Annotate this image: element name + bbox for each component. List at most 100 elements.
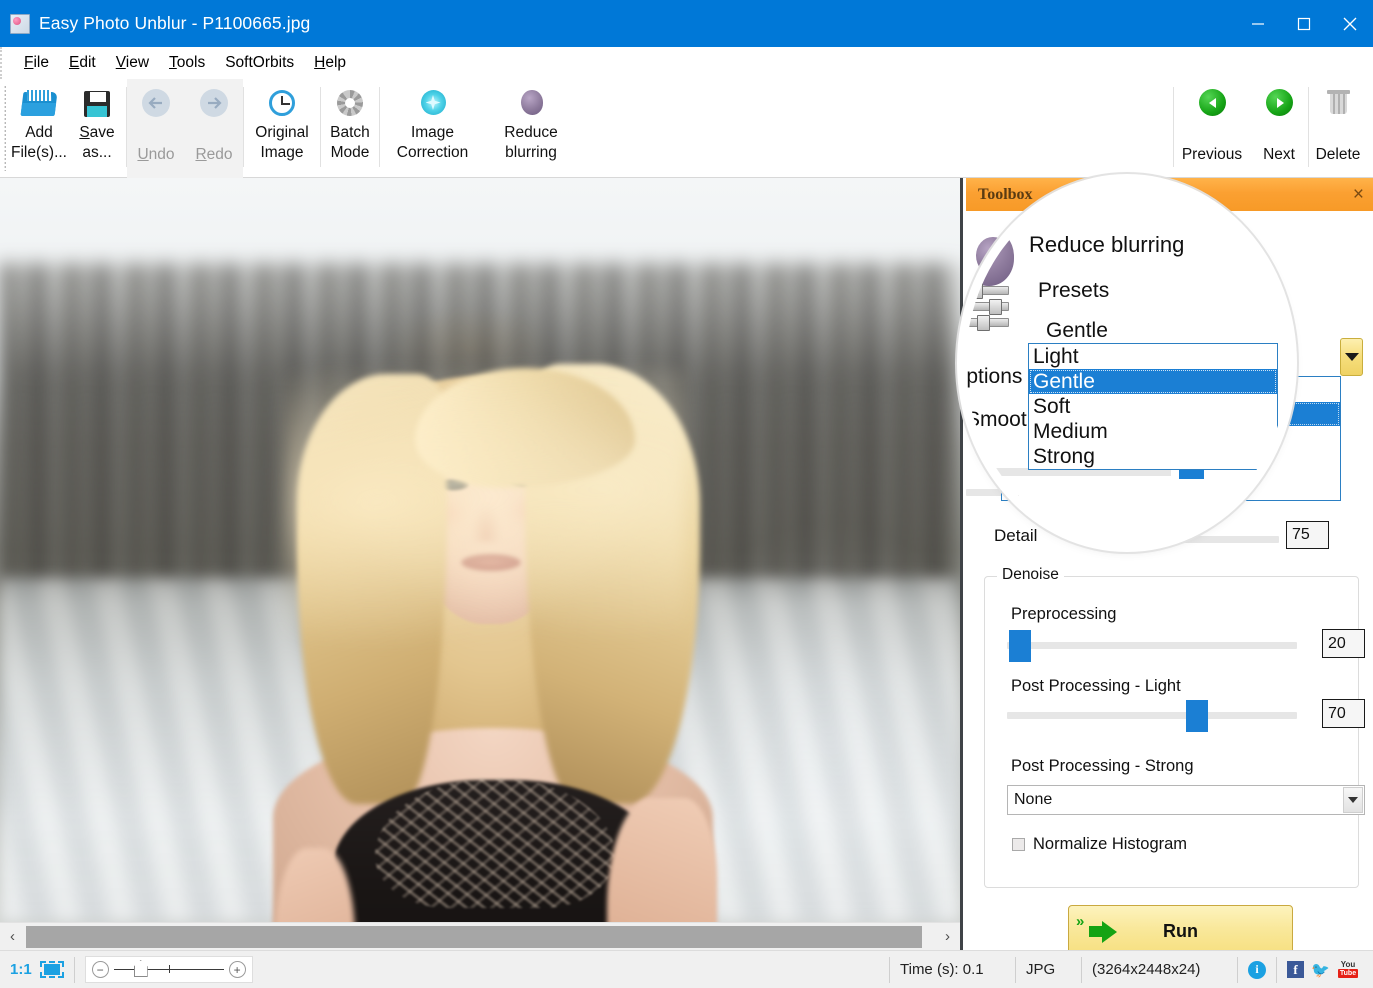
zoom-ratio-button[interactable]: 1:1 [0, 951, 74, 988]
zoom-slider[interactable]: − + [85, 956, 253, 983]
scrollbar-track[interactable] [25, 924, 935, 950]
time-status: Time (s): 0.1 [890, 951, 1015, 988]
menu-edit[interactable]: Edit [59, 51, 106, 75]
redo-button[interactable]: Redo [185, 79, 243, 178]
toolbar: Add File(s)... Save as... Undo Redo Orig… [0, 79, 1373, 178]
denoise-group: Denoise Preprocessing 20 Post Processing… [984, 576, 1359, 888]
scrollbar-thumb[interactable] [26, 926, 922, 948]
purple-blob-icon [513, 85, 549, 121]
minimize-button[interactable] [1235, 0, 1281, 47]
status-bar: 1:1 − + Time (s): 0.1 JPG (3264x2448x24)… [0, 950, 1373, 988]
fit-to-window-icon[interactable] [40, 961, 64, 978]
menu-file[interactable]: FFileile [14, 51, 59, 75]
magnified-option-gentle: Gentle [1029, 369, 1277, 394]
facebook-icon[interactable]: f [1287, 961, 1304, 978]
post-light-label: Post Processing - Light [1011, 677, 1181, 696]
preprocessing-slider-track[interactable] [1007, 642, 1297, 649]
menu-view[interactable]: View [106, 51, 159, 75]
zoom-ratio-label: 1:1 [10, 961, 32, 978]
status-divider [74, 957, 75, 983]
floppy-disk-icon [79, 85, 115, 121]
zoom-slider-track[interactable] [114, 969, 224, 970]
image-correction-button[interactable]: Image Correction [380, 79, 485, 178]
purple-blob-icon [966, 228, 1014, 286]
denoise-group-label: Denoise [997, 566, 1064, 584]
app-logo-icon [10, 14, 30, 34]
menu-tools[interactable]: Tools [159, 51, 215, 75]
menu-help[interactable]: Help [304, 51, 356, 75]
presets-dropdown-button[interactable] [1340, 338, 1363, 376]
toolbox-close-icon[interactable]: × [1353, 185, 1364, 204]
format-status: JPG [1016, 951, 1081, 988]
run-button-label: Run [1163, 921, 1198, 942]
undo-button[interactable]: Undo [127, 79, 185, 178]
preprocessing-value-input[interactable]: 20 [1322, 629, 1365, 658]
batch-mode-button[interactable]: Batch Mode [321, 79, 379, 178]
magnified-option-medium: Medium [1029, 419, 1277, 444]
magnified-option-soft: Soft [1029, 394, 1277, 419]
chevron-down-icon [1345, 353, 1359, 361]
green-right-arrow-icon [1261, 85, 1297, 121]
gear-icon [332, 85, 368, 121]
menu-bar: FFileile Edit View Tools SoftOrbits Help [0, 47, 1373, 79]
open-folder-icon [21, 85, 57, 121]
sliders-icon [966, 283, 1011, 331]
dimensions-status: (3264x2448x24) [1082, 951, 1237, 988]
scroll-right-button[interactable]: › [935, 924, 960, 950]
previous-button[interactable]: Previous [1174, 79, 1250, 178]
toolbar-grip[interactable] [4, 85, 6, 171]
scroll-left-button[interactable]: ‹ [0, 924, 25, 950]
green-arrow-icon [1089, 921, 1119, 943]
window-controls [1235, 0, 1373, 47]
magnifier-lens-overlay: Reduce blurring Presets Gentle Options S… [966, 183, 1288, 543]
zoom-slider-thumb[interactable] [134, 960, 148, 977]
photo-preview [0, 178, 960, 922]
magnified-option-light: Light [1029, 344, 1277, 369]
delete-button[interactable]: Delete [1309, 79, 1367, 178]
window-title: Easy Photo Unblur - P1100665.jpg [39, 13, 310, 34]
post-strong-selected-value: None [1014, 791, 1052, 809]
preprocessing-slider-thumb[interactable] [1009, 630, 1031, 662]
detail-value-input[interactable]: 75 [1286, 521, 1329, 549]
magnified-presets-list: Light Gentle Soft Medium Strong [1028, 343, 1278, 470]
arrow-right-circle-icon [196, 85, 232, 121]
post-light-slider-thumb[interactable] [1186, 700, 1208, 732]
save-as-button[interactable]: Save as... [68, 79, 126, 178]
magnified-preset-selected: Gentle [1046, 319, 1108, 343]
youtube-icon[interactable]: You Tube [1337, 960, 1359, 979]
trash-icon [1320, 85, 1356, 121]
menu-softorbits[interactable]: SoftOrbits [215, 51, 304, 75]
add-files-button[interactable]: Add File(s)... [10, 79, 68, 178]
info-button[interactable]: i [1238, 951, 1276, 988]
close-button[interactable] [1327, 0, 1373, 47]
magnified-detail-label: Detail [966, 493, 1020, 517]
zoom-out-button[interactable]: − [92, 961, 109, 978]
magnified-options-label: Options [966, 365, 1022, 389]
zoom-in-button[interactable]: + [229, 961, 246, 978]
twitter-icon[interactable]: 🐦 [1311, 961, 1330, 978]
next-button[interactable]: Next [1250, 79, 1308, 178]
preprocessing-label: Preprocessing [1011, 605, 1116, 624]
post-strong-label: Post Processing - Strong [1011, 757, 1194, 776]
maximize-button[interactable] [1281, 0, 1327, 47]
clock-history-icon [264, 85, 300, 121]
image-canvas[interactable] [0, 178, 960, 922]
horizontal-scrollbar[interactable]: ‹ › [0, 922, 960, 950]
checkbox-box[interactable] [1012, 838, 1025, 851]
title-bar: Easy Photo Unblur - P1100665.jpg [0, 0, 1373, 47]
magnified-presets-label: Presets [1038, 279, 1109, 303]
gem-icon [415, 85, 451, 121]
social-links: f 🐦 You Tube [1277, 951, 1373, 988]
magnified-tool-title: Reduce blurring [1029, 232, 1184, 258]
post-light-value-input[interactable]: 70 [1322, 699, 1365, 728]
zoom-slider-tick [169, 965, 170, 973]
info-icon: i [1248, 961, 1266, 979]
run-chevron-icon: » [1076, 913, 1084, 930]
post-light-slider-track[interactable] [1007, 712, 1297, 719]
chevron-down-icon[interactable] [1343, 787, 1363, 813]
reduce-blurring-button[interactable]: Reduce blurring [485, 79, 577, 178]
post-strong-select[interactable]: None [1007, 785, 1365, 815]
original-image-button[interactable]: Original Image [244, 79, 320, 178]
normalize-histogram-label: Normalize Histogram [1033, 835, 1187, 854]
normalize-histogram-checkbox[interactable]: Normalize Histogram [1012, 835, 1187, 854]
